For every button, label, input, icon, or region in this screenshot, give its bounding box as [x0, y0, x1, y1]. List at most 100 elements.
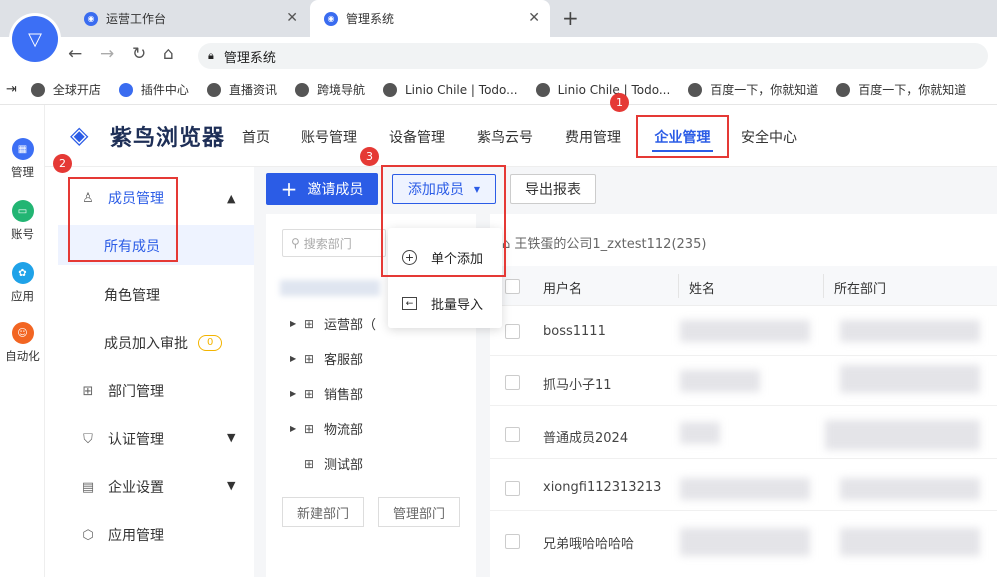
browser-tab-ops[interactable]: ◉ 运营工作台 ✕	[70, 0, 308, 37]
nav-accounts[interactable]: 账号管理	[301, 127, 357, 147]
sidebar-item-join-review[interactable]: 成员加入审批 0	[104, 333, 223, 353]
sidebar-item-label: 应用管理	[108, 528, 164, 544]
tab-label: 管理系统	[346, 12, 395, 26]
org-chart-icon: ⊞	[304, 386, 315, 401]
step-badge-1: 1	[610, 93, 629, 112]
forward-icon[interactable]: →	[100, 44, 114, 64]
chevron-down-icon[interactable]: ▼	[227, 431, 235, 444]
sidebar-item-label: 企业设置	[108, 480, 164, 496]
dept-item[interactable]: ▶ ⊞ 运营部（	[290, 314, 377, 334]
rail-label: 自动化	[5, 349, 40, 363]
search-icon: ⚲	[291, 236, 300, 250]
select-all-checkbox[interactable]	[505, 279, 520, 294]
company-title: ⌂ 王铁蛋的公司1_zxtest112(235)	[502, 233, 706, 252]
export-report-button[interactable]: 导出报表	[510, 174, 596, 204]
nav-security[interactable]: 安全中心	[741, 127, 797, 147]
table-row-username: 兄弟哦哈哈哈哈	[543, 537, 635, 552]
new-dept-button[interactable]: 新建部门	[282, 497, 364, 527]
dept-item[interactable]: ▶ ⊞ 客服部	[290, 349, 363, 369]
sidebar-item-app-mgmt[interactable]: ⬡ 应用管理	[80, 525, 164, 545]
dept-item[interactable]: ▶ ⊞ 物流部	[290, 419, 364, 439]
bookmark[interactable]: 全球开店	[30, 81, 101, 98]
blurred-cell	[840, 528, 980, 556]
column-divider	[678, 274, 679, 298]
row-checkbox[interactable]	[505, 481, 520, 496]
rail-label: 应用	[11, 289, 34, 303]
caret-right-icon[interactable]: ▶	[290, 319, 304, 328]
bookmarks-bar: ⇥ 全球开店 插件中心 直播资讯 跨境导航 Linio Chile | Todo…	[0, 75, 997, 105]
browser-logo-icon[interactable]: ▽	[12, 16, 58, 62]
col-username: 用户名	[543, 282, 583, 297]
reload-icon[interactable]: ↻	[132, 44, 146, 64]
manage-dept-button[interactable]: 管理部门	[378, 497, 460, 527]
close-tab-icon[interactable]: ✕	[528, 10, 540, 26]
robot-icon: ☺	[11, 322, 34, 344]
bookmark[interactable]: 插件中心	[118, 81, 189, 98]
rail-item-apps[interactable]: ✿ 应用	[0, 262, 45, 304]
dept-item[interactable]: ⊞ 测试部	[290, 454, 364, 474]
org-chart-icon: ⊞	[304, 316, 315, 331]
row-checkbox[interactable]	[505, 324, 520, 339]
company-name: 王铁蛋的公司1_zxtest112(235)	[514, 237, 707, 252]
rail-label: 账号	[11, 227, 34, 241]
row-checkbox[interactable]	[505, 427, 520, 442]
bird-logo-icon: ◈	[70, 121, 90, 149]
sidebar-item-auth-mgmt[interactable]: ⛉ 认证管理	[80, 429, 164, 449]
button-label: 邀请成员	[307, 182, 364, 198]
table-row-username: boss1111	[543, 324, 606, 339]
chevron-down-icon[interactable]: ▼	[227, 479, 235, 492]
blurred-cell	[825, 420, 980, 450]
back-icon[interactable]: ←	[68, 44, 82, 64]
caret-right-icon[interactable]: ▶	[290, 389, 304, 398]
browser-tab-admin[interactable]: ◉ 管理系统 ✕	[310, 0, 550, 37]
row-checkbox[interactable]	[505, 375, 520, 390]
rail-item-manage[interactable]: ▦ 管理	[0, 138, 45, 180]
highlight-box-member-mgmt	[68, 177, 178, 262]
new-tab-icon[interactable]: +	[562, 6, 579, 30]
settings-doc-icon: ▤	[81, 479, 95, 495]
row-checkbox[interactable]	[505, 534, 520, 549]
bookmark[interactable]: 百度一下，你就知道	[688, 81, 818, 98]
dept-label: 物流部	[324, 423, 364, 438]
sidebar-item-label: 认证管理	[108, 432, 164, 448]
bookmark[interactable]: Linio Chile | Todo...	[535, 82, 670, 97]
sidebar-item-roles[interactable]: 角色管理	[104, 285, 160, 305]
tab-favicon-icon: ◉	[324, 11, 338, 26]
row-divider	[490, 355, 997, 356]
bookmark[interactable]: 直播资讯	[206, 81, 277, 98]
table-row-username: xiongfi112313213	[543, 480, 662, 495]
bookmark[interactable]: 跨境导航	[294, 81, 365, 98]
bookmark[interactable]: Linio Chile | Todo...	[382, 82, 518, 97]
nav-billing[interactable]: 费用管理	[565, 127, 621, 147]
chevron-up-icon[interactable]: ▲	[227, 192, 235, 205]
menu-item-batch-import[interactable]: ← 批量导入	[402, 294, 483, 313]
nav-enterprise[interactable]: 企业管理	[636, 115, 729, 158]
dept-label: 运营部（	[324, 318, 377, 333]
sidebar-item-dept-mgmt[interactable]: ⊞ 部门管理	[80, 381, 164, 401]
grid-icon: ▦	[11, 138, 34, 160]
row-divider	[490, 405, 997, 406]
col-name: 姓名	[689, 282, 716, 297]
home-icon[interactable]: ⌂	[163, 44, 174, 64]
rail-item-account[interactable]: ▭ 账号	[0, 200, 45, 242]
org-chart-icon: ⊞	[304, 421, 315, 436]
dept-label: 测试部	[324, 458, 364, 473]
plus-icon: +	[280, 177, 298, 201]
invite-member-button[interactable]: + 邀请成员	[266, 173, 378, 205]
close-tab-icon[interactable]: ✕	[286, 10, 298, 26]
rail-item-automation[interactable]: ☺ 自动化	[0, 322, 45, 364]
caret-right-icon[interactable]: ▶	[290, 354, 304, 363]
nav-home[interactable]: 首页	[242, 127, 270, 147]
caret-right-icon[interactable]: ▶	[290, 424, 304, 433]
nav-devices[interactable]: 设备管理	[389, 127, 445, 147]
import-icon[interactable]: ⇥	[6, 82, 17, 97]
url-field[interactable]: 🔒︎ 管理系统	[198, 43, 988, 69]
nav-cloud[interactable]: 紫鸟云号	[477, 127, 533, 147]
bookmark[interactable]: 百度一下，你就知道	[836, 81, 966, 98]
dept-item[interactable]: ▶ ⊞ 销售部	[290, 384, 363, 404]
blurred-cell	[840, 365, 980, 393]
sidebar-item-ent-settings[interactable]: ▤ 企业设置	[80, 477, 164, 497]
sidebar-item-label: 部门管理	[108, 384, 164, 400]
blurred-cell	[840, 478, 980, 500]
dept-search-input[interactable]: ⚲ 搜索部门	[282, 229, 386, 257]
